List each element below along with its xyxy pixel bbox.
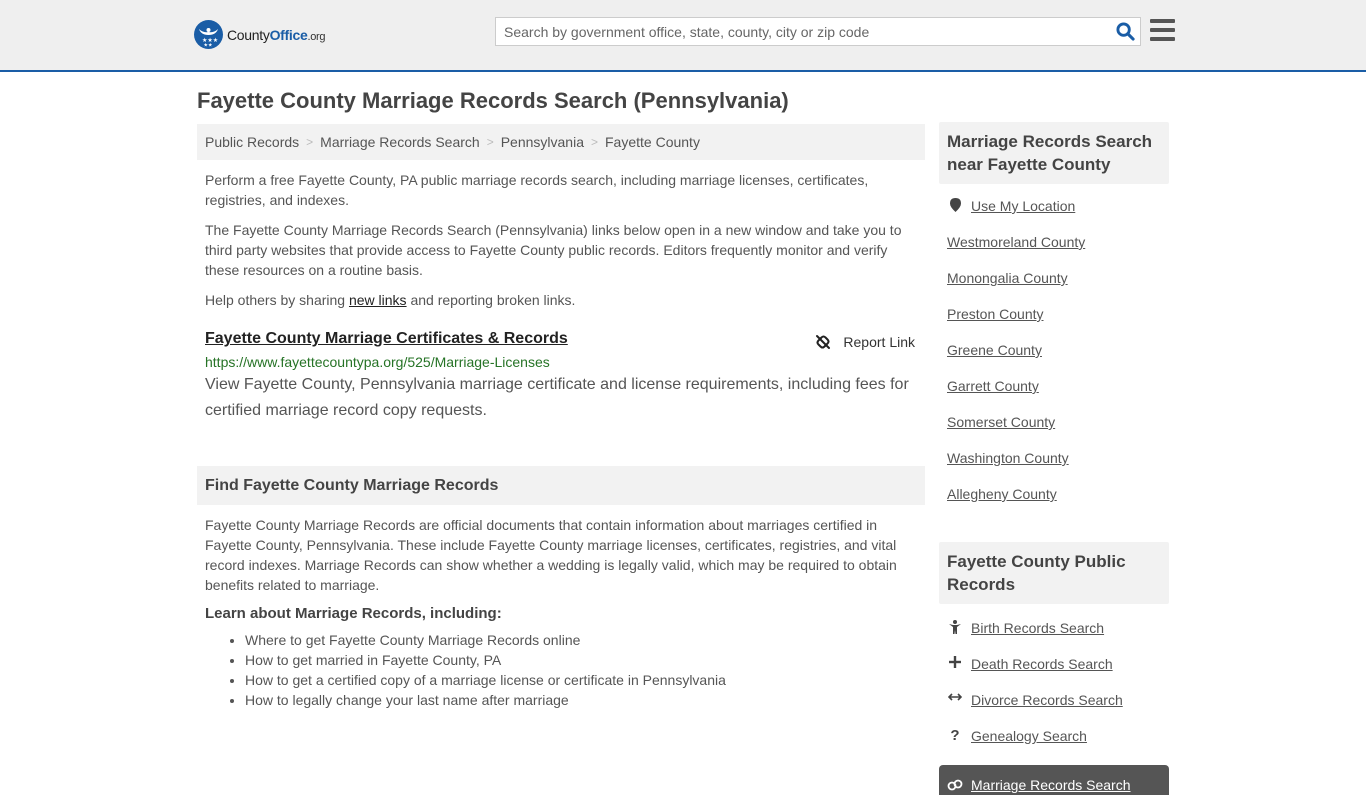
broken-link-icon [816, 335, 831, 349]
nearby-county-link[interactable]: Preston County [947, 306, 1044, 322]
public-records-item: Death Records Search [947, 656, 1161, 692]
result-url: https://www.fayettecountypa.org/525/Marr… [205, 354, 550, 370]
nearby-county-item: Preston County [947, 306, 1161, 342]
rings-icon [947, 779, 963, 791]
menu-bar-icon [1150, 19, 1175, 23]
list-item: Where to get Fayette County Marriage Rec… [245, 630, 925, 650]
share-text-before: Help others by sharing [205, 292, 349, 308]
report-link-label: Report Link [843, 334, 915, 350]
plus-icon [947, 656, 963, 668]
nearby-county-link[interactable]: Somerset County [947, 414, 1055, 430]
public-records-item: Divorce Records Search [947, 692, 1161, 728]
list-item: How to legally change your last name aft… [245, 690, 925, 710]
page-title: Fayette County Marriage Records Search (… [197, 88, 789, 113]
report-link-button[interactable]: Report Link [815, 334, 915, 350]
divorce-records-link[interactable]: Divorce Records Search [971, 692, 1123, 708]
main-content: Public Records > Marriage Records Search… [197, 124, 925, 710]
breadcrumb-fayette-county: Fayette County [605, 134, 700, 150]
public-records-item-active: Marriage Records Search [939, 765, 1169, 795]
nearby-county-item: Monongalia County [947, 270, 1161, 306]
nearby-county-item: Washington County [947, 450, 1161, 486]
svg-text:★★: ★★ [204, 43, 213, 49]
menu-bar-icon [1150, 37, 1175, 41]
hamburger-menu-button[interactable] [1150, 19, 1175, 43]
disclaimer-paragraph: The Fayette County Marriage Records Sear… [205, 222, 902, 278]
eagle-logo-icon: ★★★ ★★ [194, 20, 223, 49]
nearby-county-item: Somerset County [947, 414, 1161, 450]
death-records-link[interactable]: Death Records Search [971, 656, 1113, 672]
nearby-county-link[interactable]: Greene County [947, 342, 1042, 358]
public-records-item: Birth Records Search [947, 620, 1161, 656]
logo-text-main: County [227, 26, 270, 43]
search-button[interactable] [1110, 18, 1140, 45]
map-marker-icon [947, 198, 963, 212]
breadcrumb-pennsylvania[interactable]: Pennsylvania [501, 134, 584, 150]
nearby-county-link[interactable]: Washington County [947, 450, 1069, 466]
nearby-county-item: Westmoreland County [947, 234, 1161, 270]
site-logo[interactable]: ★★★ ★★ CountyOffice.org [194, 20, 326, 49]
result-description: View Fayette County, Pennsylvania marria… [205, 376, 909, 419]
breadcrumb-public-records[interactable]: Public Records [205, 134, 299, 150]
nearby-heading: Marriage Records Search near Fayette Cou… [939, 122, 1169, 184]
logo-text-tld: .org [307, 30, 326, 43]
public-records-item: ? Genealogy Search [947, 728, 1161, 764]
find-records-paragraph: Fayette County Marriage Records are offi… [205, 517, 897, 593]
intro-paragraph: Perform a free Fayette County, PA public… [205, 172, 869, 208]
marriage-records-link[interactable]: Marriage Records Search [971, 777, 1131, 793]
nearby-county-link[interactable]: Monongalia County [947, 270, 1068, 286]
breadcrumb-separator-icon: > [306, 135, 314, 149]
genealogy-search-link[interactable]: Genealogy Search [971, 728, 1087, 744]
arrows-horizontal-icon [947, 692, 963, 702]
breadcrumb: Public Records > Marriage Records Search… [197, 124, 925, 160]
nearby-list: Use My Location Westmoreland County Mono… [939, 184, 1169, 522]
public-records-list: Birth Records Search Death Records Searc… [939, 604, 1169, 764]
nearby-county-item: Greene County [947, 342, 1161, 378]
list-item: How to get a certified copy of a marriag… [245, 670, 925, 690]
breadcrumb-separator-icon: > [590, 135, 598, 149]
nearby-county-link[interactable]: Westmoreland County [947, 234, 1085, 250]
share-links-paragraph: Help others by sharing new links and rep… [197, 290, 925, 310]
nearby-county-item: Garrett County [947, 378, 1161, 414]
use-my-location-link[interactable]: Use My Location [971, 198, 1075, 214]
search-bar [495, 17, 1141, 46]
nearby-county-item: Allegheny County [947, 486, 1161, 522]
logo-text-accent: Office [269, 26, 308, 43]
result-item: Fayette County Marriage Certificates & R… [197, 330, 925, 424]
public-records-heading: Fayette County Public Records [939, 542, 1169, 604]
child-icon [947, 620, 963, 634]
share-text-after: and reporting broken links. [406, 292, 576, 308]
site-header: ★★★ ★★ CountyOffice.org [0, 0, 1366, 72]
search-icon [1115, 22, 1135, 41]
find-records-heading: Find Fayette County Marriage Records [197, 466, 925, 505]
logo-wordmark: CountyOffice.org [227, 26, 326, 43]
search-input[interactable] [496, 18, 1110, 45]
sidebar: Marriage Records Search near Fayette Cou… [939, 122, 1169, 795]
breadcrumb-separator-icon: > [486, 135, 494, 149]
learn-about-list: Where to get Fayette County Marriage Rec… [197, 630, 925, 710]
menu-bar-icon [1150, 28, 1175, 32]
birth-records-link[interactable]: Birth Records Search [971, 620, 1104, 636]
question-icon: ? [950, 727, 960, 744]
use-location-item: Use My Location [947, 198, 1161, 234]
breadcrumb-marriage-records-search[interactable]: Marriage Records Search [320, 134, 480, 150]
result-title-link[interactable]: Fayette County Marriage Certificates & R… [205, 330, 568, 348]
learn-about-heading: Learn about Marriage Records, including: [205, 605, 502, 622]
nearby-county-link[interactable]: Allegheny County [947, 486, 1057, 502]
nearby-county-link[interactable]: Garrett County [947, 378, 1039, 394]
new-links-link[interactable]: new links [349, 292, 407, 308]
list-item: How to get married in Fayette County, PA [245, 650, 925, 670]
